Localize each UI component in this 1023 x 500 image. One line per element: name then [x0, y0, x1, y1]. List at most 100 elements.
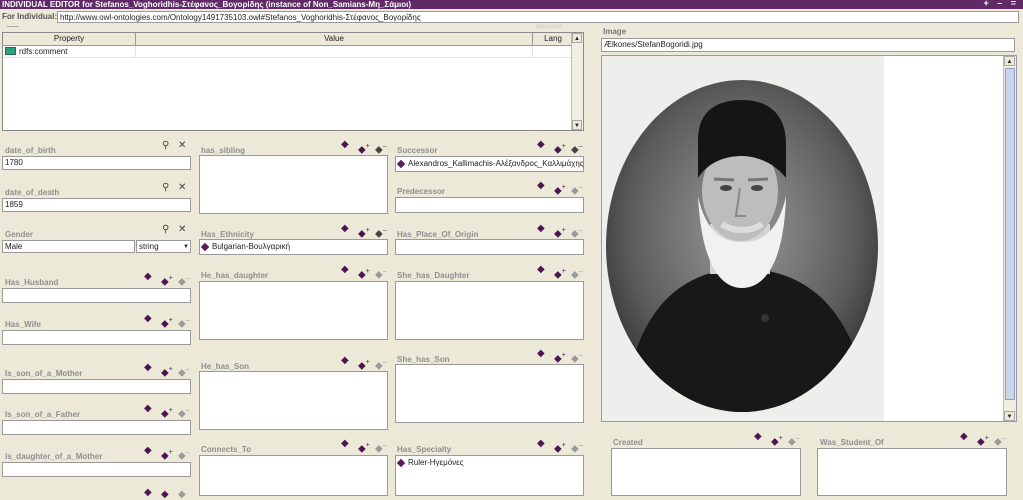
list-item[interactable]: Bulgarian-Βουλγαρική [200, 242, 290, 252]
successor-list[interactable]: Alexandros_Kallimachis-Αλέξανδρος_Καλλιμ… [395, 156, 584, 172]
add-instance-icon[interactable]: ◆+ [554, 267, 566, 280]
add-instance-icon[interactable]: ◆+ [161, 365, 173, 378]
is-son-of-a-mother-list[interactable] [2, 379, 191, 394]
remove-instance-icon[interactable]: ◆– [375, 267, 387, 280]
is-daughter-of-a-mother-list[interactable] [2, 462, 191, 477]
create-instance-icon[interactable]: ◆ [537, 181, 545, 191]
remove-instance-icon[interactable]: ◆– [375, 441, 387, 454]
table-cell-value[interactable] [136, 46, 533, 57]
add-instance-icon[interactable]: ◆+ [554, 226, 566, 239]
is-son-of-a-father-list[interactable] [2, 420, 191, 435]
remove-instance-icon[interactable]: ◆– [178, 448, 190, 461]
remove-instance-icon[interactable]: ◆– [994, 434, 1006, 447]
add-instance-icon[interactable]: ◆ [161, 490, 169, 500]
table-cell-lang[interactable] [533, 46, 574, 57]
remove-instance-icon[interactable]: ◆ [178, 490, 186, 500]
image-path-field[interactable]: Ælkones/StefanBogoridi.jpg [601, 38, 1015, 52]
list-item[interactable]: Alexandros_Kallimachis-Αλέξανδρος_Καλλιμ… [396, 159, 584, 169]
add-instance-icon[interactable]: ◆+ [554, 441, 566, 454]
create-instance-icon[interactable]: ◆ [341, 224, 349, 234]
connects-to-list[interactable] [199, 455, 388, 496]
column-header-value[interactable]: Value [136, 33, 533, 45]
remove-instance-icon[interactable]: ◆– [178, 316, 190, 329]
create-instance-icon[interactable]: ◆ [537, 265, 545, 275]
search-icon[interactable]: ⚲ [162, 225, 169, 235]
remove-instance-icon[interactable]: ◆– [178, 274, 190, 287]
create-instance-icon[interactable]: ◆ [341, 356, 349, 366]
scroll-thumb[interactable] [1005, 68, 1015, 400]
add-instance-icon[interactable]: ◆+ [161, 274, 173, 287]
has-place-of-origin-list[interactable] [395, 239, 584, 255]
add-instance-icon[interactable]: ◆+ [554, 351, 566, 364]
was-student-of-list[interactable] [817, 448, 1007, 496]
remove-instance-icon[interactable]: ◆– [375, 226, 387, 239]
search-icon[interactable]: ⚲ [162, 141, 169, 151]
property-value-table[interactable]: Property Value Lang rdfs:comment ▲ ▼ [2, 32, 584, 131]
has-husband-list[interactable] [2, 288, 191, 303]
add-instance-icon[interactable]: ◆+ [358, 142, 370, 155]
table-scrollbar[interactable]: ▲ ▼ [571, 33, 583, 130]
add-instance-icon[interactable]: ◆+ [358, 441, 370, 454]
search-icon[interactable]: ⚲ [162, 183, 169, 193]
scroll-down-icon[interactable]: ▼ [572, 120, 582, 130]
create-instance-icon[interactable]: ◆ [144, 314, 152, 324]
datatype-select[interactable]: string ▼ [136, 240, 191, 253]
remove-instance-icon[interactable]: ◆– [571, 142, 583, 155]
has-specialty-list[interactable]: Ruler-Ηγεμόνες [395, 455, 584, 496]
remove-instance-icon[interactable]: ◆– [571, 441, 583, 454]
create-instance-icon[interactable]: ◆ [754, 432, 762, 442]
column-header-property[interactable]: Property [3, 33, 136, 45]
add-instance-icon[interactable]: ◆+ [161, 448, 173, 461]
created-list[interactable] [611, 448, 801, 496]
create-instance-icon[interactable]: ◆ [144, 446, 152, 456]
he-has-daughter-list[interactable] [199, 281, 388, 340]
create-instance-icon[interactable]: ◆ [144, 272, 152, 282]
create-instance-icon[interactable]: ◆ [341, 140, 349, 150]
remove-instance-icon[interactable]: ◆– [375, 142, 387, 155]
date-of-death-field[interactable]: 1859 [2, 198, 191, 212]
add-instance-icon[interactable]: ◆+ [358, 267, 370, 280]
scroll-down-icon[interactable]: ▼ [1004, 411, 1015, 421]
create-instance-icon[interactable]: ◆ [144, 488, 152, 498]
she-has-daughter-list[interactable] [395, 281, 584, 340]
gender-field[interactable]: Male [2, 240, 135, 253]
scroll-up-icon[interactable]: ▲ [572, 33, 582, 43]
add-instance-icon[interactable]: ◆+ [554, 142, 566, 155]
predecessor-list[interactable] [395, 197, 584, 213]
window-controls[interactable]: + – = [983, 0, 1019, 8]
remove-instance-icon[interactable]: ◆– [571, 183, 583, 196]
remove-instance-icon[interactable]: ◆– [571, 226, 583, 239]
delete-icon[interactable]: ✕ [178, 225, 186, 235]
remove-instance-icon[interactable]: ◆– [375, 358, 387, 371]
image-panel[interactable]: ▲ ▼ [601, 55, 1017, 422]
table-row[interactable]: rdfs:comment [3, 46, 574, 58]
create-instance-icon[interactable]: ◆ [960, 432, 968, 442]
remove-instance-icon[interactable]: ◆– [571, 351, 583, 364]
add-instance-icon[interactable]: ◆+ [771, 434, 783, 447]
add-instance-icon[interactable]: ◆+ [161, 406, 173, 419]
create-instance-icon[interactable]: ◆ [537, 439, 545, 449]
column-header-lang[interactable]: Lang [533, 33, 574, 45]
create-instance-icon[interactable]: ◆ [341, 439, 349, 449]
add-instance-icon[interactable]: ◆+ [977, 434, 989, 447]
add-instance-icon[interactable]: ◆+ [358, 226, 370, 239]
create-instance-icon[interactable]: ◆ [537, 140, 545, 150]
create-instance-icon[interactable]: ◆ [537, 349, 545, 359]
scroll-up-icon[interactable]: ▲ [1004, 56, 1015, 66]
date-of-birth-field[interactable]: 1780 [2, 156, 191, 170]
create-instance-icon[interactable]: ◆ [144, 363, 152, 373]
add-instance-icon[interactable]: ◆+ [554, 183, 566, 196]
delete-icon[interactable]: ✕ [178, 183, 186, 193]
remove-instance-icon[interactable]: ◆– [178, 406, 190, 419]
has-sibling-list[interactable] [199, 155, 388, 214]
add-instance-icon[interactable]: ◆+ [358, 358, 370, 371]
add-instance-icon[interactable]: ◆+ [161, 316, 173, 329]
remove-instance-icon[interactable]: ◆– [788, 434, 800, 447]
remove-instance-icon[interactable]: ◆– [178, 365, 190, 378]
create-instance-icon[interactable]: ◆ [341, 265, 349, 275]
delete-icon[interactable]: ✕ [178, 141, 186, 151]
create-instance-icon[interactable]: ◆ [537, 224, 545, 234]
has-ethnicity-list[interactable]: Bulgarian-Βουλγαρική [199, 239, 388, 255]
create-instance-icon[interactable]: ◆ [144, 404, 152, 414]
list-item[interactable]: Ruler-Ηγεμόνες [396, 458, 464, 468]
